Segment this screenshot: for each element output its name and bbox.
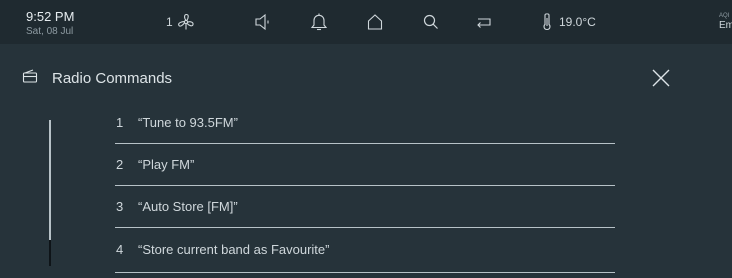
thermometer-icon: [541, 12, 553, 32]
command-text: “Tune to 93.5FM”: [138, 115, 238, 130]
command-number: 3: [116, 199, 124, 214]
command-text: “Store current band as Favourite”: [138, 241, 330, 257]
radio-icon: [22, 68, 38, 89]
fan-icon: [176, 12, 196, 32]
home-icon: [366, 12, 384, 32]
return-icon: [475, 12, 493, 32]
list-divider: [115, 272, 615, 273]
list-item[interactable]: 2 “Play FM”: [115, 144, 615, 186]
panel-header: Radio Commands: [22, 68, 172, 89]
page-title: Radio Commands: [52, 70, 173, 87]
command-list: 1 “Tune to 93.5FM” 2 “Play FM” 3 “Auto S…: [115, 102, 615, 270]
fan-speed-control[interactable]: 1: [166, 12, 196, 32]
list-item[interactable]: 1 “Tune to 93.5FM”: [115, 102, 615, 144]
temperature-value: 19.0°C: [559, 15, 596, 29]
notifications-button[interactable]: [310, 12, 328, 32]
temperature-display[interactable]: 19.0°C: [541, 12, 596, 32]
volume-button[interactable]: [254, 12, 272, 32]
list-item[interactable]: 3 “Auto Store [FM]”: [115, 186, 615, 228]
volume-icon: [254, 12, 272, 32]
command-text: “Auto Store [FM]”: [138, 199, 238, 214]
fan-speed-value: 1: [166, 15, 173, 29]
clock-date: Sat, 08 Jul: [26, 26, 74, 37]
clock-time: 9:52 PM: [26, 9, 75, 24]
return-button[interactable]: [475, 12, 493, 32]
status-bar: 9:52 PM Sat, 08 Jul 1 19.0°C AQI Em: [0, 0, 732, 44]
close-icon: [650, 69, 672, 93]
clock: 9:52 PM Sat, 08 Jul: [26, 10, 74, 38]
close-button[interactable]: [650, 67, 672, 89]
command-text: “Play FM”: [138, 157, 195, 172]
list-item[interactable]: 4 “Store current band as Favourite”: [115, 228, 615, 270]
search-button[interactable]: [422, 12, 440, 32]
search-icon: [422, 12, 440, 32]
bell-icon: [310, 12, 328, 32]
command-number: 1: [116, 115, 124, 130]
home-button[interactable]: [366, 12, 384, 32]
aqi-indicator: AQI Em: [719, 12, 732, 30]
command-number: 2: [116, 157, 124, 172]
scrollbar-thumb[interactable]: [49, 240, 51, 266]
command-number: 4: [116, 241, 124, 257]
aqi-value: Em: [719, 20, 732, 31]
